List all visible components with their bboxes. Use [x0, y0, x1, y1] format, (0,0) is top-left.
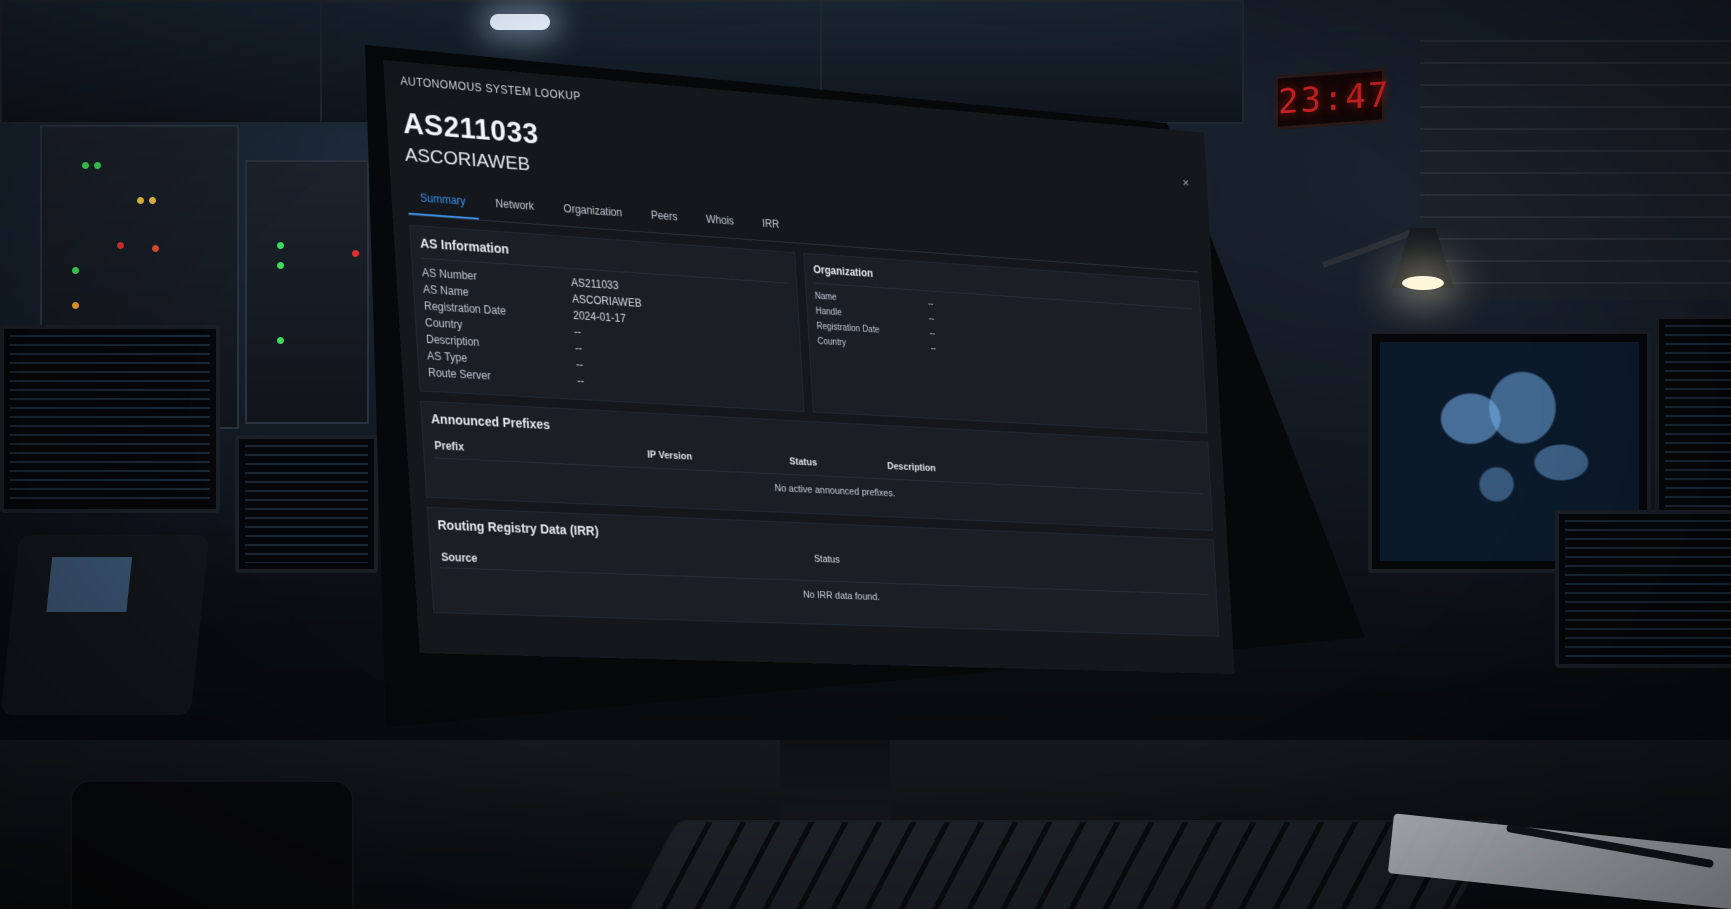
office-scene: 23:47 AUTONOMOUS SYSTEM LOOKUP × AS21103… — [0, 0, 1731, 909]
status-led — [72, 267, 79, 274]
status-led — [352, 250, 359, 257]
lamp-light — [1402, 276, 1444, 290]
organization-panel: Organization Name -- Handle -- Registrat… — [803, 252, 1208, 434]
as-information-panel: AS Information AS Number AS211033 AS Nam… — [409, 224, 805, 412]
server-rack — [245, 160, 369, 424]
tab-peers[interactable]: Peers — [638, 201, 690, 235]
status-led — [277, 242, 284, 249]
status-led — [94, 162, 101, 169]
column-ip-version[interactable]: IP Version — [647, 449, 790, 468]
screen-content — [1665, 325, 1731, 513]
info-value: -- — [573, 325, 582, 339]
background-monitor — [1655, 315, 1731, 523]
background-monitor — [235, 435, 378, 573]
info-value: -- — [576, 374, 585, 388]
status-led — [117, 242, 124, 249]
coffee-mug — [70, 780, 354, 909]
wall-clock: 23:47 — [1275, 68, 1390, 130]
status-led — [82, 162, 89, 169]
column-status[interactable]: Status — [789, 456, 887, 473]
background-monitor — [0, 325, 220, 513]
tab-whois[interactable]: Whois — [694, 205, 747, 239]
status-led — [149, 197, 156, 204]
desk-phone — [0, 535, 210, 715]
ceiling-light — [490, 14, 550, 30]
status-led — [72, 302, 79, 309]
screen-content — [245, 445, 368, 563]
background-laptop — [1555, 510, 1731, 668]
org-value: -- — [928, 314, 935, 324]
tab-irr[interactable]: IRR — [750, 209, 792, 242]
org-value: -- — [930, 343, 937, 354]
tab-network[interactable]: Network — [482, 189, 547, 225]
column-description[interactable]: Description — [887, 461, 936, 476]
tab-organization[interactable]: Organization — [551, 194, 635, 231]
info-value: -- — [575, 358, 584, 372]
column-irr-status[interactable]: Status — [814, 554, 840, 566]
info-value: 2024-01-17 — [572, 308, 627, 325]
column-source[interactable]: Source — [441, 551, 478, 565]
keyboard — [622, 820, 1502, 909]
status-led — [277, 337, 284, 344]
status-led — [152, 245, 159, 252]
org-value: -- — [929, 328, 936, 339]
irr-panel: Routing Registry Data (IRR) Source Statu… — [426, 506, 1220, 637]
lookup-app-window: AUTONOMOUS SYSTEM LOOKUP × AS211033 ASCO… — [383, 60, 1235, 675]
window-pane — [0, 0, 324, 124]
status-led — [277, 262, 284, 269]
org-value: -- — [927, 299, 934, 310]
close-icon[interactable]: × — [1178, 174, 1194, 192]
column-prefix[interactable]: Prefix — [434, 439, 648, 462]
tab-summary[interactable]: Summary — [406, 182, 480, 220]
phone-display — [46, 557, 133, 612]
info-value: -- — [574, 341, 583, 355]
status-led — [137, 197, 144, 204]
screen-content — [10, 335, 210, 503]
whiteboard — [1420, 40, 1731, 300]
screen-content — [1565, 520, 1731, 658]
